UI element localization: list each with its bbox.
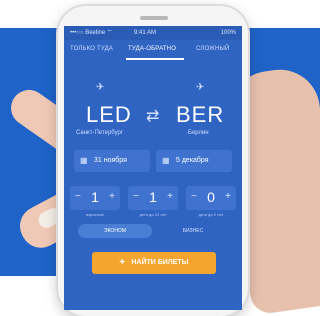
children-stepper: − 1 + дети до 12 лет [128, 186, 178, 217]
plus-icon[interactable]: + [167, 191, 173, 202]
depart-date-text: 31 ноября [94, 157, 127, 164]
plane-icon: ✈ [119, 259, 126, 266]
class-economy[interactable]: ЭКОНОМ [78, 224, 152, 238]
tab-complex[interactable]: СЛОЖНЫЙ [196, 46, 230, 52]
tab-one-way[interactable]: ТОЛЬКО ТУДА [70, 46, 113, 52]
destination-city: Берлин [188, 130, 209, 136]
class-business[interactable]: БИЗНЕС [156, 224, 230, 238]
infants-count: 0 [207, 189, 215, 205]
depart-date-field[interactable]: ▦ 31 ноября [74, 150, 150, 172]
trip-type-tabs: ТОЛЬКО ТУДА ТУДА-ОБРАТНО СЛОЖНЫЙ [64, 40, 242, 62]
find-tickets-button[interactable]: ✈ НАЙТИ БИЛЕТЫ [92, 252, 216, 274]
destination-code[interactable]: BER [176, 102, 224, 128]
status-bar: •••○○ Beeline ⌔ 9:41 AM 100% [64, 26, 242, 40]
adults-label: взрослые [86, 212, 104, 217]
origin-code[interactable]: LED [86, 102, 132, 128]
swap-icon[interactable]: ⇄ [146, 106, 159, 126]
adults-count: 1 [91, 189, 99, 205]
plane-landing-icon: ✈ [196, 82, 205, 93]
calendar-icon: ▦ [162, 156, 170, 165]
infants-stepper: − 0 + дети до 2 лет [186, 186, 236, 217]
return-date-field[interactable]: ▦ 5 декабря [156, 150, 232, 172]
adults-stepper: − 1 + взрослые [70, 186, 120, 217]
battery-text: 100% [220, 30, 236, 36]
return-date-text: 5 декабря [176, 157, 209, 164]
tab-round-trip[interactable]: ТУДА-ОБРАТНО [128, 46, 176, 52]
phone-device: •••○○ Beeline ⌔ 9:41 AM 100% ТОЛЬКО ТУДА… [58, 6, 248, 316]
carrier-text: •••○○ Beeline ⌔ [70, 30, 113, 36]
children-count: 1 [149, 189, 157, 205]
infants-label: дети до 2 лет [198, 212, 224, 217]
phone-speaker [140, 16, 168, 20]
calendar-icon: ▦ [80, 156, 88, 165]
plus-icon[interactable]: + [109, 191, 115, 202]
clock-text: 9:41 AM [134, 30, 157, 36]
plus-icon[interactable]: + [225, 191, 231, 202]
children-label: дети до 12 лет [139, 212, 167, 217]
find-tickets-label: НАЙТИ БИЛЕТЫ [131, 259, 189, 266]
minus-icon[interactable]: − [133, 191, 139, 202]
origin-city: Санкт-Петербург [76, 130, 124, 136]
minus-icon[interactable]: − [191, 191, 197, 202]
active-tab-indicator [126, 58, 184, 60]
minus-icon[interactable]: − [75, 191, 81, 202]
plane-takeoff-icon: ✈ [96, 82, 105, 93]
phone-screen: •••○○ Beeline ⌔ 9:41 AM 100% ТОЛЬКО ТУДА… [64, 26, 242, 310]
